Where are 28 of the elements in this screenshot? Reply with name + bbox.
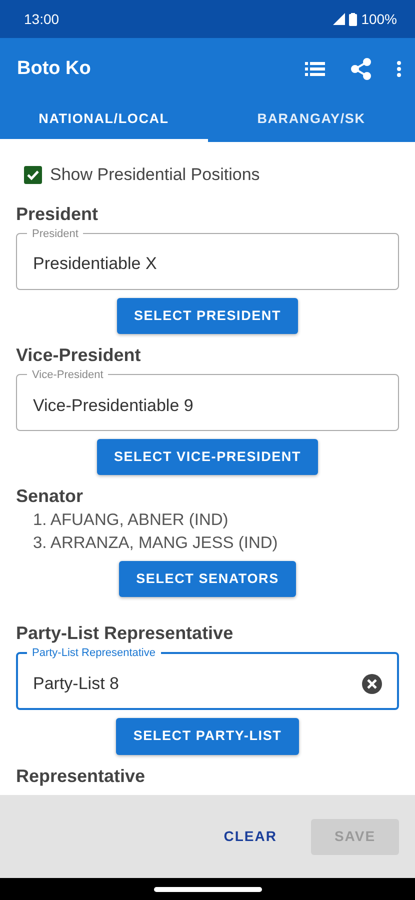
- list-icon[interactable]: [305, 62, 325, 76]
- tab[interactable]: NATIONAL/LOCAL: [0, 100, 208, 142]
- clock-time: 13:00: [24, 10, 60, 28]
- input-field[interactable]: President Presidentiable X: [16, 228, 399, 290]
- section-heading: Party-List Representative: [16, 622, 234, 644]
- select-button[interactable]: SELECT PARTY-LIST: [116, 718, 299, 754]
- app-title: Boto Ko: [17, 56, 91, 81]
- checkbox[interactable]: [24, 166, 42, 184]
- input-field[interactable]: Party-List Representative Party-List 8: [16, 647, 399, 710]
- section-heading: Vice-President: [16, 344, 142, 366]
- select-button[interactable]: SELECT PRESIDENT: [116, 298, 298, 334]
- section-heading: Senator: [16, 485, 84, 507]
- senator-entry: 1. AFUANG, ABNER (IND): [33, 510, 230, 531]
- select-button[interactable]: SELECT VICE-PRESIDENT: [96, 438, 318, 475]
- tab[interactable]: BARANGAY/SK: [208, 100, 415, 142]
- share-icon[interactable]: [351, 58, 371, 80]
- select-button[interactable]: SELECT SENATORS: [119, 561, 296, 598]
- clear-icon[interactable]: [362, 674, 382, 694]
- section-heading: President: [16, 202, 100, 224]
- battery-level: 100%: [361, 10, 397, 28]
- senator-entry: 3. ARRANZA, MANG JESS (IND): [33, 533, 279, 554]
- input-field[interactable]: Vice-President Vice-Presidentiable 9: [16, 368, 399, 431]
- section-heading: Representative: [16, 764, 146, 786]
- battery-icon: [349, 12, 358, 26]
- clear-button[interactable]: CLEAR: [214, 818, 287, 855]
- more-icon[interactable]: [397, 61, 401, 77]
- signal-icon: [333, 13, 346, 25]
- checkbox-label: Show Presidential Positions: [50, 164, 260, 186]
